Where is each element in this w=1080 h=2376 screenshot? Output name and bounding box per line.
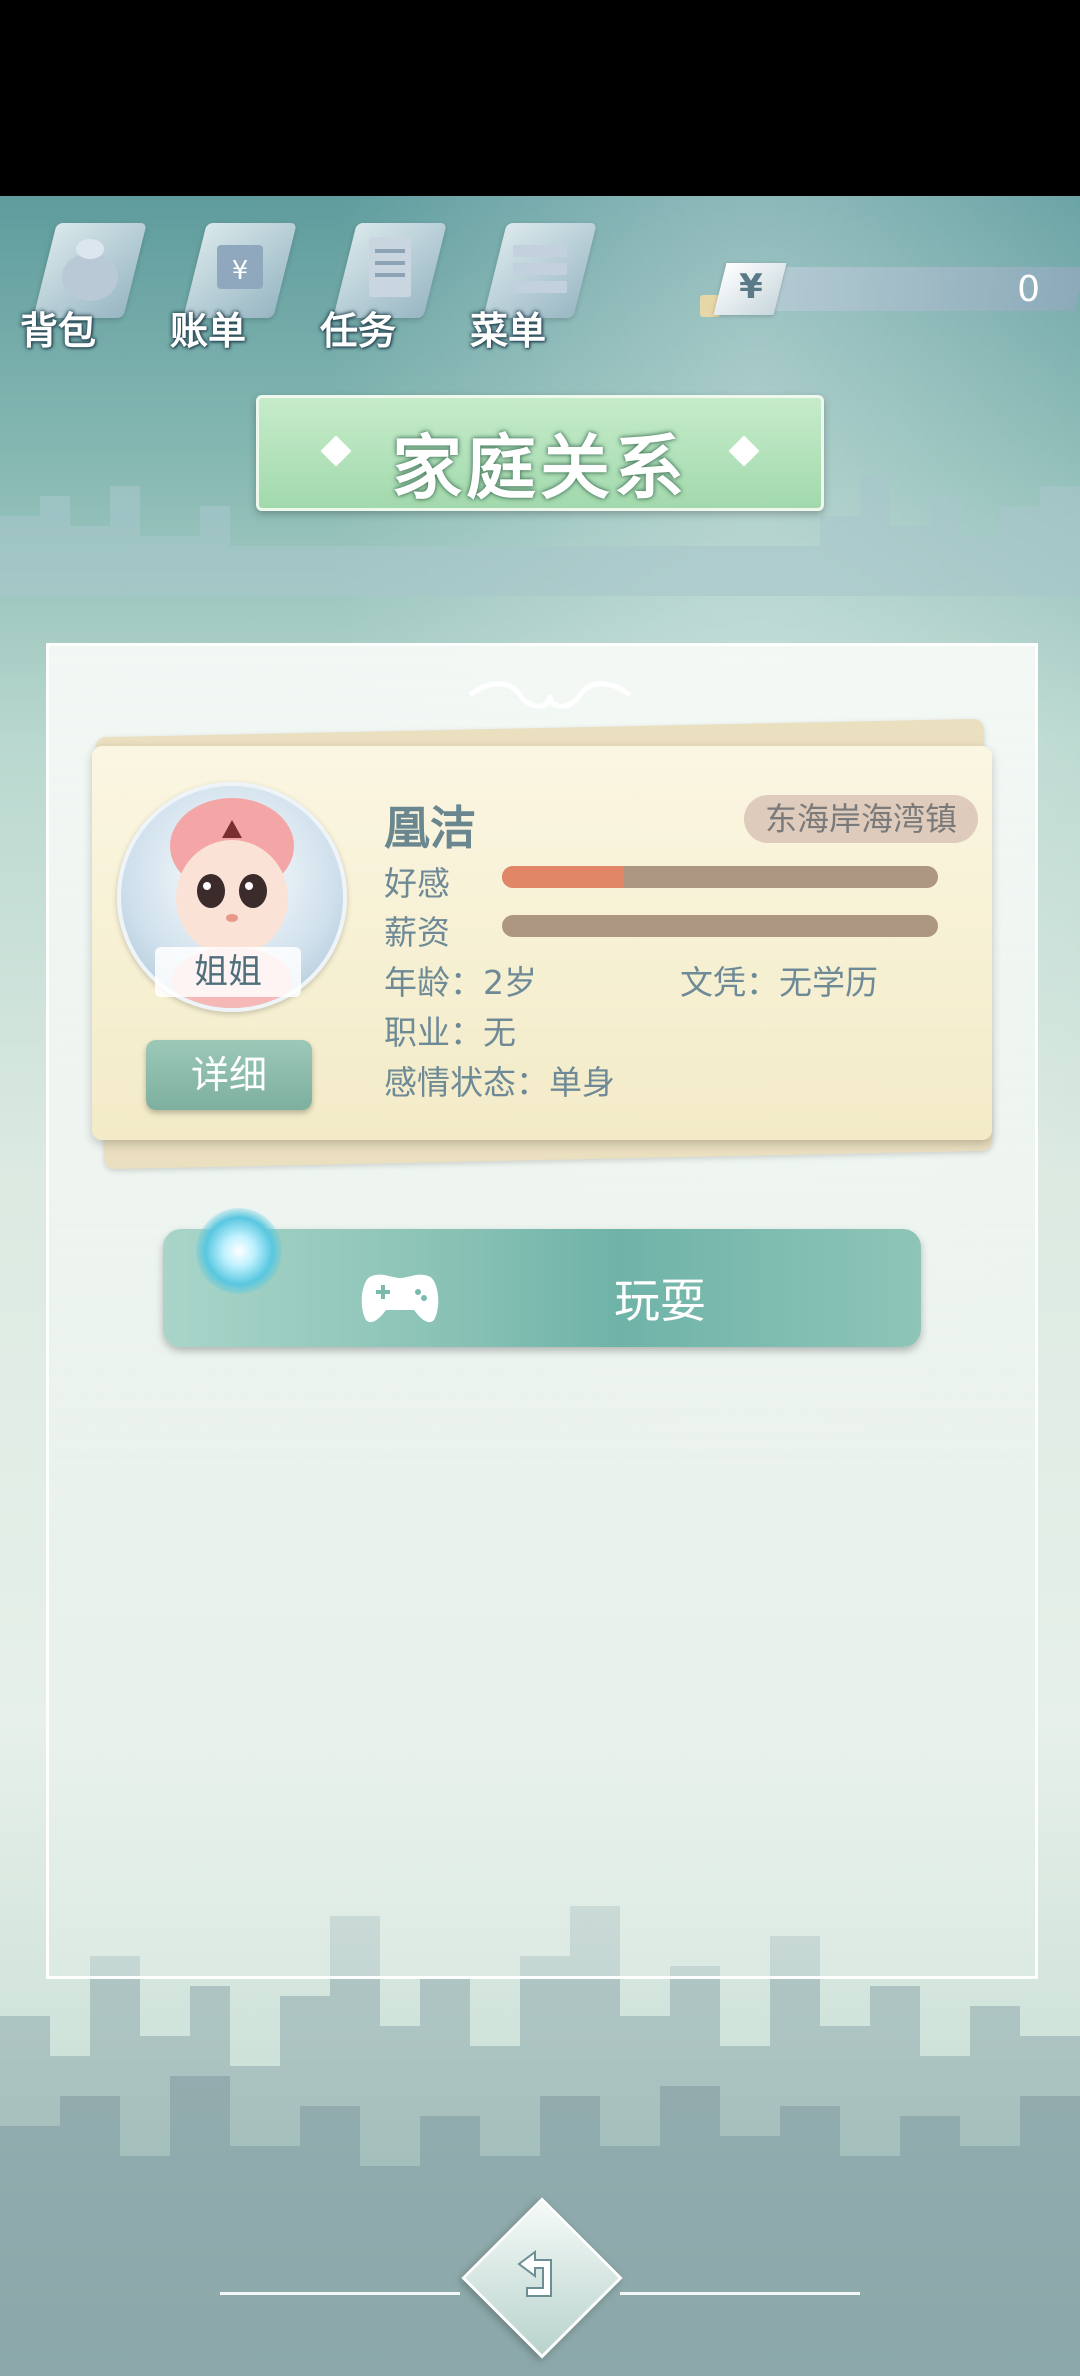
status-bar [0,0,1080,196]
bag-button[interactable]: 背包 [20,205,150,355]
task-button[interactable]: 任务 [320,205,450,355]
education-text: 文凭：无学历 [680,963,878,1002]
page-title: 家庭关系 [392,427,688,509]
task-icon [369,237,411,297]
gamepad-icon [361,1274,439,1323]
affection-label: 好感 [384,864,450,903]
bag-icon [62,239,118,301]
glow-orb-icon [196,1208,282,1294]
relation-label: 姐姐 [155,947,301,997]
decor-line-right [620,2292,860,2295]
age-text: 年龄：2岁 [384,963,537,1002]
salary-bar [502,915,938,937]
ornament-icon [468,681,632,709]
money-display: ¥ 0 [700,263,1080,317]
bill-icon: ¥ [217,245,263,289]
yen-icon: ¥ [739,267,763,307]
bill-button[interactable]: ¥ 账单 [170,205,300,355]
menu-icon [513,245,567,293]
affection-bar [502,866,938,888]
money-amount: 0 [1017,269,1040,310]
relationship-status-text: 感情状态：单身 [384,1063,615,1102]
affection-bar-fill [502,866,625,888]
title-banner: 家庭关系 [256,395,824,511]
bag-label: 背包 [20,309,97,353]
back-arrow-icon [517,2250,552,2297]
member-name: 凰洁 [384,801,476,855]
occupation-text: 职业：无 [384,1013,516,1052]
decor-line-left [220,2292,460,2295]
bill-label: 账单 [170,309,247,353]
detail-button[interactable]: 详细 [146,1040,312,1110]
task-label: 任务 [320,309,397,353]
salary-label: 薪资 [384,913,450,952]
top-toolbar: 背包 ¥ 账单 任务 菜单 [20,205,640,355]
menu-label: 菜单 [470,309,547,353]
menu-button[interactable]: 菜单 [470,205,600,355]
play-label: 玩耍 [614,1274,706,1328]
location-badge: 东海岸海湾镇 [744,795,978,843]
svg-text:¥: ¥ [232,256,249,286]
